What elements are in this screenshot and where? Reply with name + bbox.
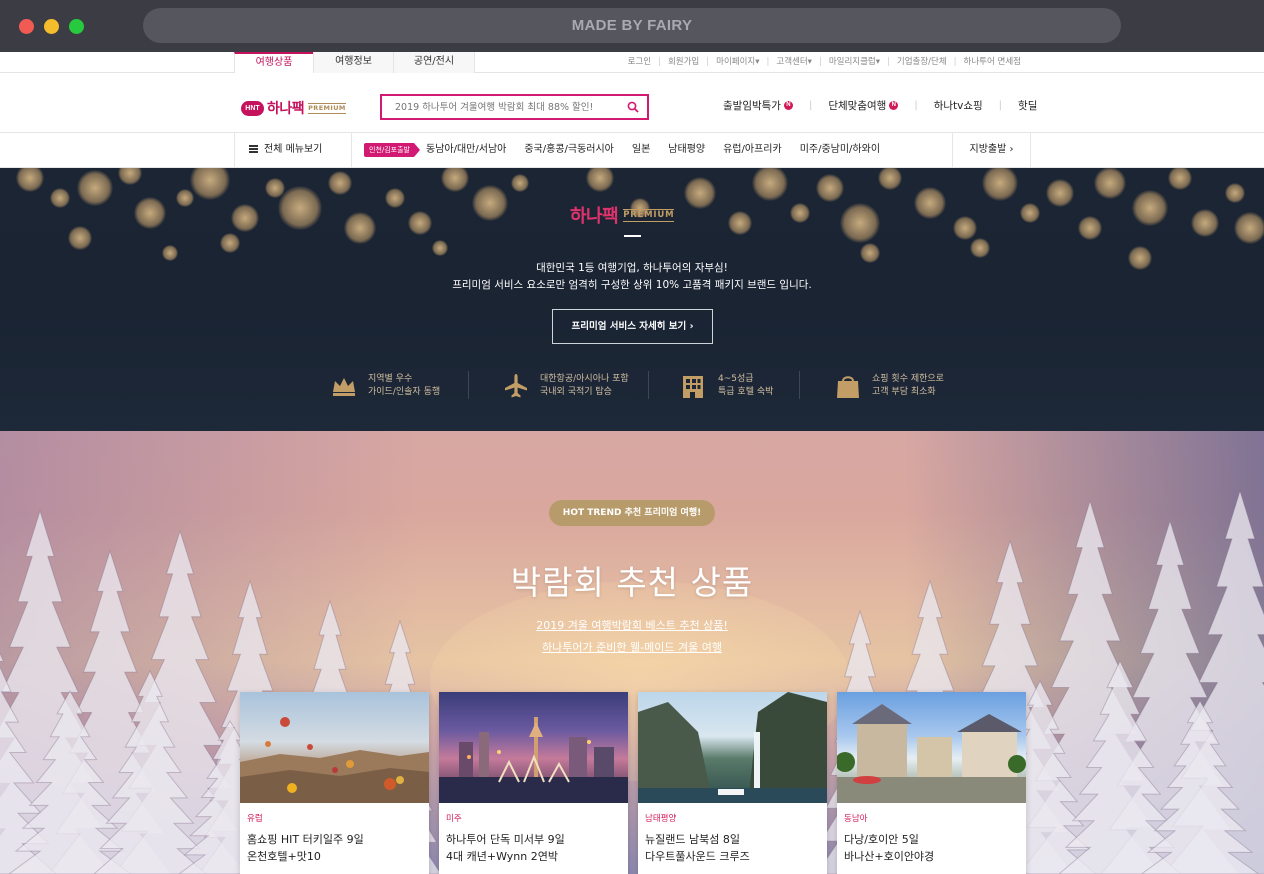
tab-travel-info[interactable]: 여행정보 [313, 52, 393, 73]
hot-trend-badge: HOT TREND 추천 프리미엄 여행! [549, 500, 715, 526]
browser-titlebar: MADE BY FAIRY [0, 0, 1264, 52]
region-menu: 동남아/대만/서남아 중국/홍콩/극동러시아 일본 남태평양 유럽/아프리카 미… [426, 133, 898, 167]
mileage-club-link[interactable]: 마일리지클럽▾ [822, 52, 887, 72]
duty-free-link[interactable]: 하나투어 면세점 [957, 52, 1028, 72]
browser-window: MADE BY FAIRY 여행상품 여행정보 공연/전시 로그인 | 회원가입 |… [0, 0, 1264, 874]
card-category: 유럽 [247, 814, 263, 824]
site-header: HNT 하나팩 PREMIUM 출발임박특가N | 단체맞춤여행N | 하나tv… [0, 73, 1264, 133]
building-icon [683, 376, 703, 398]
nav-item-europe[interactable]: 유럽/아프리카 [723, 133, 782, 167]
logo-premium: PREMIUM [308, 102, 346, 114]
feature-shopping: 쇼핑 횟수 제한으로 고객 부담 최소화 [834, 371, 944, 401]
premium-logo: 하나팩 PREMIUM [570, 206, 675, 227]
utility-bar: 여행상품 여행정보 공연/전시 로그인 | 회원가입 | 마이페이지▾ | 고객센터▾… [0, 52, 1264, 74]
cappadocia-balloons-image [240, 692, 429, 803]
milford-sound-image [638, 692, 827, 803]
product-card[interactable]: 미주 하나투어 단독 미서부 9일 4대 캐년+Wynn 2연박 [439, 692, 628, 874]
site-logo[interactable]: HNT 하나팩 PREMIUM [241, 99, 346, 117]
signup-link[interactable]: 회원가입 [661, 52, 706, 72]
divider-line [624, 235, 641, 237]
local-departure-button[interactable]: 지방출발 › [952, 133, 1031, 167]
search-box [380, 94, 649, 120]
product-card[interactable]: 유럽 홈쇼핑 HIT 터키일주 9일 온천호텔+맛10 [240, 692, 429, 874]
search-icon[interactable] [627, 101, 639, 113]
hana-tv-shopping-link[interactable]: 하나tv쇼핑 [934, 98, 983, 113]
card-category: 동남아 [844, 814, 868, 824]
card-category: 남태평양 [645, 814, 677, 824]
feature-divider [799, 371, 800, 399]
logo-text: 하나팩 [267, 101, 305, 117]
feature-divider [648, 371, 649, 399]
card-category: 미주 [446, 814, 462, 824]
airplane-icon [505, 374, 527, 398]
feature-divider [468, 371, 469, 399]
nav-item-southeast-asia[interactable]: 동남아/대만/서남아 [426, 133, 506, 167]
tab-shows-exhibitions[interactable]: 공연/전시 [393, 52, 475, 73]
address-bar[interactable]: MADE BY FAIRY [143, 8, 1121, 43]
corporate-link[interactable]: 기업출장/단체 [890, 52, 954, 72]
nav-item-south-pacific[interactable]: 남태평양 [668, 133, 705, 167]
search-input[interactable] [382, 96, 622, 118]
new-badge: N [783, 101, 793, 110]
fair-subtitle: 2019 겨울 여행박람회 베스트 추천 상품! 하나투어가 준비한 웰-메이드… [0, 615, 1264, 659]
nav-item-china[interactable]: 중국/홍콩/극동러시아 [524, 133, 614, 167]
las-vegas-image [439, 692, 628, 803]
logo-badge: HNT [241, 100, 264, 116]
feature-guide: 지역별 우수 가이드/인솔자 동행 [330, 371, 440, 401]
utility-links: 로그인 | 회원가입 | 마이페이지▾ | 고객센터▾ | 마일리지클럽▾ | 기업출장/… [621, 52, 1028, 72]
departure-pill: 인천/김포출발 [364, 143, 420, 157]
premium-service-details-button[interactable]: 프리미엄 서비스 자세히 보기 › [552, 309, 713, 344]
main-navigation: 전체 메뉴보기 인천/김포출발 동남아/대만/서남아 중국/홍콩/극동러시아 일… [0, 133, 1264, 168]
card-title: 뉴질랜드 남북섬 8일 다우트풀사운드 크루즈 [645, 833, 750, 863]
customer-center-link[interactable]: 고객센터▾ [769, 52, 819, 72]
fair-wellmade-link[interactable]: 하나투어가 준비한 웰-메이드 겨울 여행 [542, 641, 722, 654]
product-card[interactable]: 남태평양 뉴질랜드 남북섬 8일 다우트풀사운드 크루즈 [638, 692, 827, 874]
product-card[interactable]: 동남아 다낭/호이안 5일 바나산+호이안야경 [837, 692, 1026, 874]
all-menu-button[interactable]: 전체 메뉴보기 [234, 133, 352, 167]
feature-airline: 대한항공/아시아나 포함 국내외 국적기 탑승 [502, 371, 629, 401]
top-tabs: 여행상품 여행정보 공연/전시 [234, 52, 475, 74]
mypage-link[interactable]: 마이페이지▾ [709, 52, 766, 72]
feature-hotel: 4~5성급 특급 호텔 숙박 [680, 371, 773, 401]
close-window-button[interactable] [19, 19, 34, 34]
nav-item-americas[interactable]: 미주/중남미/하와이 [800, 133, 880, 167]
group-travel-link[interactable]: 단체맞춤여행 N [828, 98, 899, 113]
card-title: 홈쇼핑 HIT 터키일주 9일 온천호텔+맛10 [247, 833, 364, 863]
ba-na-hills-image [837, 692, 1026, 803]
hot-deal-link[interactable]: 핫딜 [1018, 98, 1037, 113]
fair-title: 박람회 추천 상품 [510, 563, 754, 602]
maximize-window-button[interactable] [69, 19, 84, 34]
nav-item-japan[interactable]: 일본 [632, 133, 650, 167]
minimize-window-button[interactable] [44, 19, 59, 34]
product-cards: 유럽 홈쇼핑 HIT 터키일주 9일 온천호텔+맛10 미주 하나투어 단독 미서… [240, 692, 1036, 874]
fair-best-link[interactable]: 2019 겨울 여행박람회 베스트 추천 상품! [536, 619, 728, 632]
tab-travel-products[interactable]: 여행상품 [234, 52, 313, 74]
shopping-bag-icon [837, 376, 859, 398]
crown-icon [333, 378, 355, 396]
header-links: 출발임박특가 N | 단체맞춤여행 N | 하나tv쇼핑 | 핫딜 [723, 98, 1038, 113]
premium-banner: 하나팩 PREMIUM 대한민국 1등 여행기업, 하나투어의 자부심! 프리미… [0, 168, 1264, 431]
winter-fair-banner: HOT TREND 추천 프리미엄 여행! 박람회 추천 상품 2019 겨울 … [0, 431, 1264, 874]
last-minute-deals-link[interactable]: 출발임박특가 N [723, 98, 793, 113]
hamburger-icon [249, 145, 258, 153]
new-badge: N [889, 101, 899, 110]
card-title: 다낭/호이안 5일 바나산+호이안야경 [844, 833, 935, 863]
premium-description: 대한민국 1등 여행기업, 하나투어의 자부심! 프리미엄 서비스 요소로만 엄… [452, 262, 812, 291]
card-title: 하나투어 단독 미서부 9일 4대 캐년+Wynn 2연박 [446, 833, 565, 863]
login-link[interactable]: 로그인 [621, 52, 658, 72]
